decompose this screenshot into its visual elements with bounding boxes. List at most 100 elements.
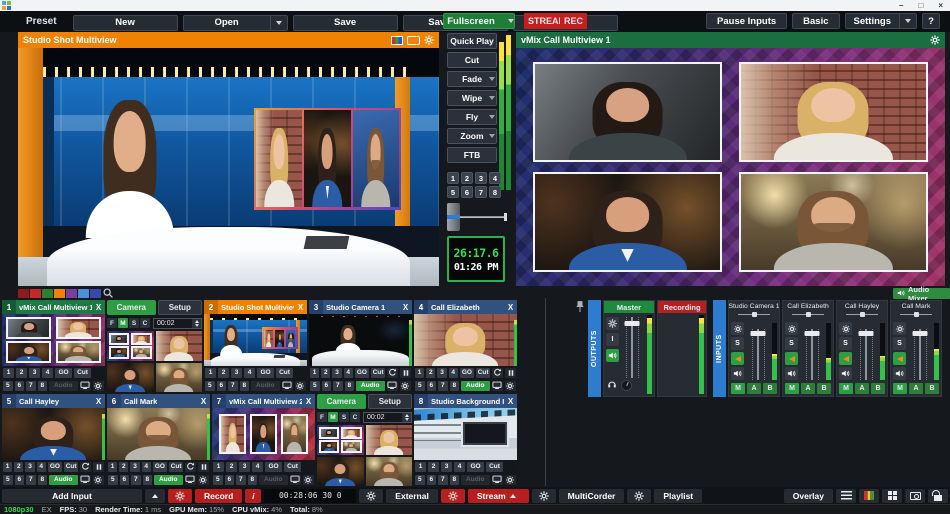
input-thumbnail[interactable]	[414, 314, 517, 366]
color-swatch[interactable]	[42, 289, 53, 298]
cut-button[interactable]: Cut	[476, 368, 490, 378]
master-mute-button[interactable]	[606, 349, 619, 362]
audio-button[interactable]: Audio	[356, 381, 385, 391]
shortcut-2-button[interactable]: 2	[14, 462, 23, 472]
chevron-down-icon[interactable]	[489, 96, 495, 100]
fullscreen-monitor-button[interactable]	[290, 475, 301, 485]
transition-number-6[interactable]: 6	[461, 186, 473, 198]
input-thumbnail[interactable]	[309, 314, 412, 366]
shortcut-3-button[interactable]: 3	[437, 368, 446, 378]
shortcut-6-button[interactable]: 6	[427, 475, 437, 485]
input-settings-button[interactable]	[505, 381, 516, 391]
settings-button[interactable]: Settings	[845, 13, 917, 29]
fullscreen-monitor-button[interactable]	[80, 381, 91, 391]
shortcut-5-button[interactable]: 5	[415, 381, 425, 391]
close-icon[interactable]: X	[197, 394, 210, 408]
shortcut-5-button[interactable]: 5	[108, 475, 118, 485]
transition-number-5[interactable]: 5	[447, 186, 459, 198]
input-thumbnail[interactable]	[414, 408, 517, 460]
bus-M-button[interactable]: M	[731, 383, 745, 394]
gear-icon[interactable]	[424, 35, 434, 45]
rec-status-badge[interactable]: REC	[560, 13, 587, 29]
headphone-volume-knob[interactable]	[621, 380, 632, 391]
bus-B-button[interactable]: B	[817, 383, 831, 394]
transition-number-8[interactable]: 8	[489, 186, 501, 198]
input-settings-button[interactable]	[198, 475, 209, 485]
transition-quick-play-button[interactable]: Quick Play	[447, 33, 497, 49]
input-title-bar[interactable]: 7vMix Call Multiview 2X	[212, 394, 315, 408]
loop-button[interactable]	[185, 462, 196, 472]
toolbar-save-button[interactable]: Save	[293, 15, 398, 31]
go-button[interactable]: GO	[467, 462, 484, 472]
shortcut-2-button[interactable]: 2	[321, 368, 330, 378]
solo-button[interactable]: S	[785, 337, 798, 350]
input-title-bar[interactable]: 4Call ElizabethX	[414, 300, 517, 314]
shortcut-5-button[interactable]: 5	[3, 475, 13, 485]
participant-thumbnail[interactable]	[107, 331, 154, 361]
shortcut-3-button[interactable]: 3	[29, 368, 40, 378]
pan-slider[interactable]	[792, 311, 824, 318]
external-button[interactable]: External	[386, 489, 438, 503]
shortcut-4-button[interactable]: 4	[244, 368, 255, 378]
bus-B-button[interactable]: B	[871, 383, 885, 394]
bus-A-button[interactable]: A	[747, 383, 761, 394]
auto-mix-button[interactable]	[893, 352, 906, 365]
shortcut-1-button[interactable]: 1	[415, 368, 424, 378]
solo-button[interactable]: S	[731, 337, 744, 350]
volume-fader-handle[interactable]	[805, 331, 820, 336]
bus-M-button[interactable]: M	[785, 383, 799, 394]
shortcut-6-button[interactable]: 6	[217, 381, 227, 391]
pan-slider[interactable]	[900, 311, 932, 318]
volume-fader-track[interactable]	[811, 329, 813, 380]
auto-mix-button[interactable]	[839, 352, 852, 365]
audio-button[interactable]: Audio	[49, 475, 78, 485]
camera-button[interactable]: Camera	[317, 394, 366, 409]
snapshot-icon[interactable]	[905, 489, 925, 503]
record-settings-gear-button[interactable]	[168, 489, 192, 503]
overlay-button[interactable]: Overlay	[784, 489, 833, 503]
cut-button[interactable]: Cut	[371, 368, 385, 378]
channel-mute-button[interactable]	[785, 367, 798, 380]
shortcut-1-button[interactable]: 1	[213, 462, 224, 472]
shortcut-8-button[interactable]: 8	[345, 381, 355, 391]
channel-mute-button[interactable]	[731, 367, 744, 380]
color-swatch[interactable]	[78, 289, 89, 298]
tbar-handle[interactable]	[447, 203, 460, 231]
chevron-down-icon[interactable]	[489, 77, 495, 81]
participant-thumbnail[interactable]	[317, 457, 364, 487]
participant-thumbnail[interactable]	[317, 425, 364, 455]
close-icon[interactable]: X	[92, 300, 105, 314]
help-button[interactable]: ?	[922, 13, 940, 29]
window-minimize-button[interactable]: –	[899, 1, 903, 10]
transition-ftb-button[interactable]: FTB	[447, 147, 497, 163]
shortcut-1-button[interactable]: 1	[3, 462, 12, 472]
shortcut-4-button[interactable]: 4	[142, 462, 151, 472]
transition-number-4[interactable]: 4	[489, 172, 501, 184]
shortcut-7-button[interactable]: 7	[228, 381, 238, 391]
audio-button[interactable]: Audio	[461, 381, 490, 391]
shortcut-3-button[interactable]: 3	[231, 368, 242, 378]
color-swatch[interactable]	[18, 289, 29, 298]
input-title-bar[interactable]: 5Call HayleyX	[2, 394, 105, 408]
add-input-button[interactable]: Add Input	[2, 489, 142, 503]
shortcut-2-button[interactable]: 2	[16, 368, 27, 378]
input-settings-button[interactable]	[400, 381, 411, 391]
go-button[interactable]: GO	[55, 368, 72, 378]
auto-mix-button[interactable]	[731, 352, 744, 365]
transition-cut-button[interactable]: Cut	[447, 52, 497, 68]
grid-view-icon[interactable]	[882, 489, 902, 503]
transition-number-7[interactable]: 7	[475, 186, 487, 198]
channel-settings-button[interactable]	[785, 322, 798, 335]
search-icon[interactable]	[100, 287, 115, 299]
mode-M-button[interactable]: M	[328, 412, 338, 422]
shortcut-3-button[interactable]: 3	[239, 462, 250, 472]
input-title-bar[interactable]: 6Call MarkX	[107, 394, 210, 408]
pan-slider[interactable]	[738, 311, 770, 318]
input-title-bar[interactable]: 2Studio Shot MultiviewX	[204, 300, 307, 314]
audio-button[interactable]: Audio	[461, 475, 490, 485]
shortcut-4-button[interactable]: 4	[37, 462, 46, 472]
multicorder-settings-gear-button[interactable]	[532, 489, 556, 503]
close-icon[interactable]: X	[92, 394, 105, 408]
close-icon[interactable]: X	[399, 300, 412, 314]
camera-button[interactable]: Camera	[107, 300, 156, 315]
